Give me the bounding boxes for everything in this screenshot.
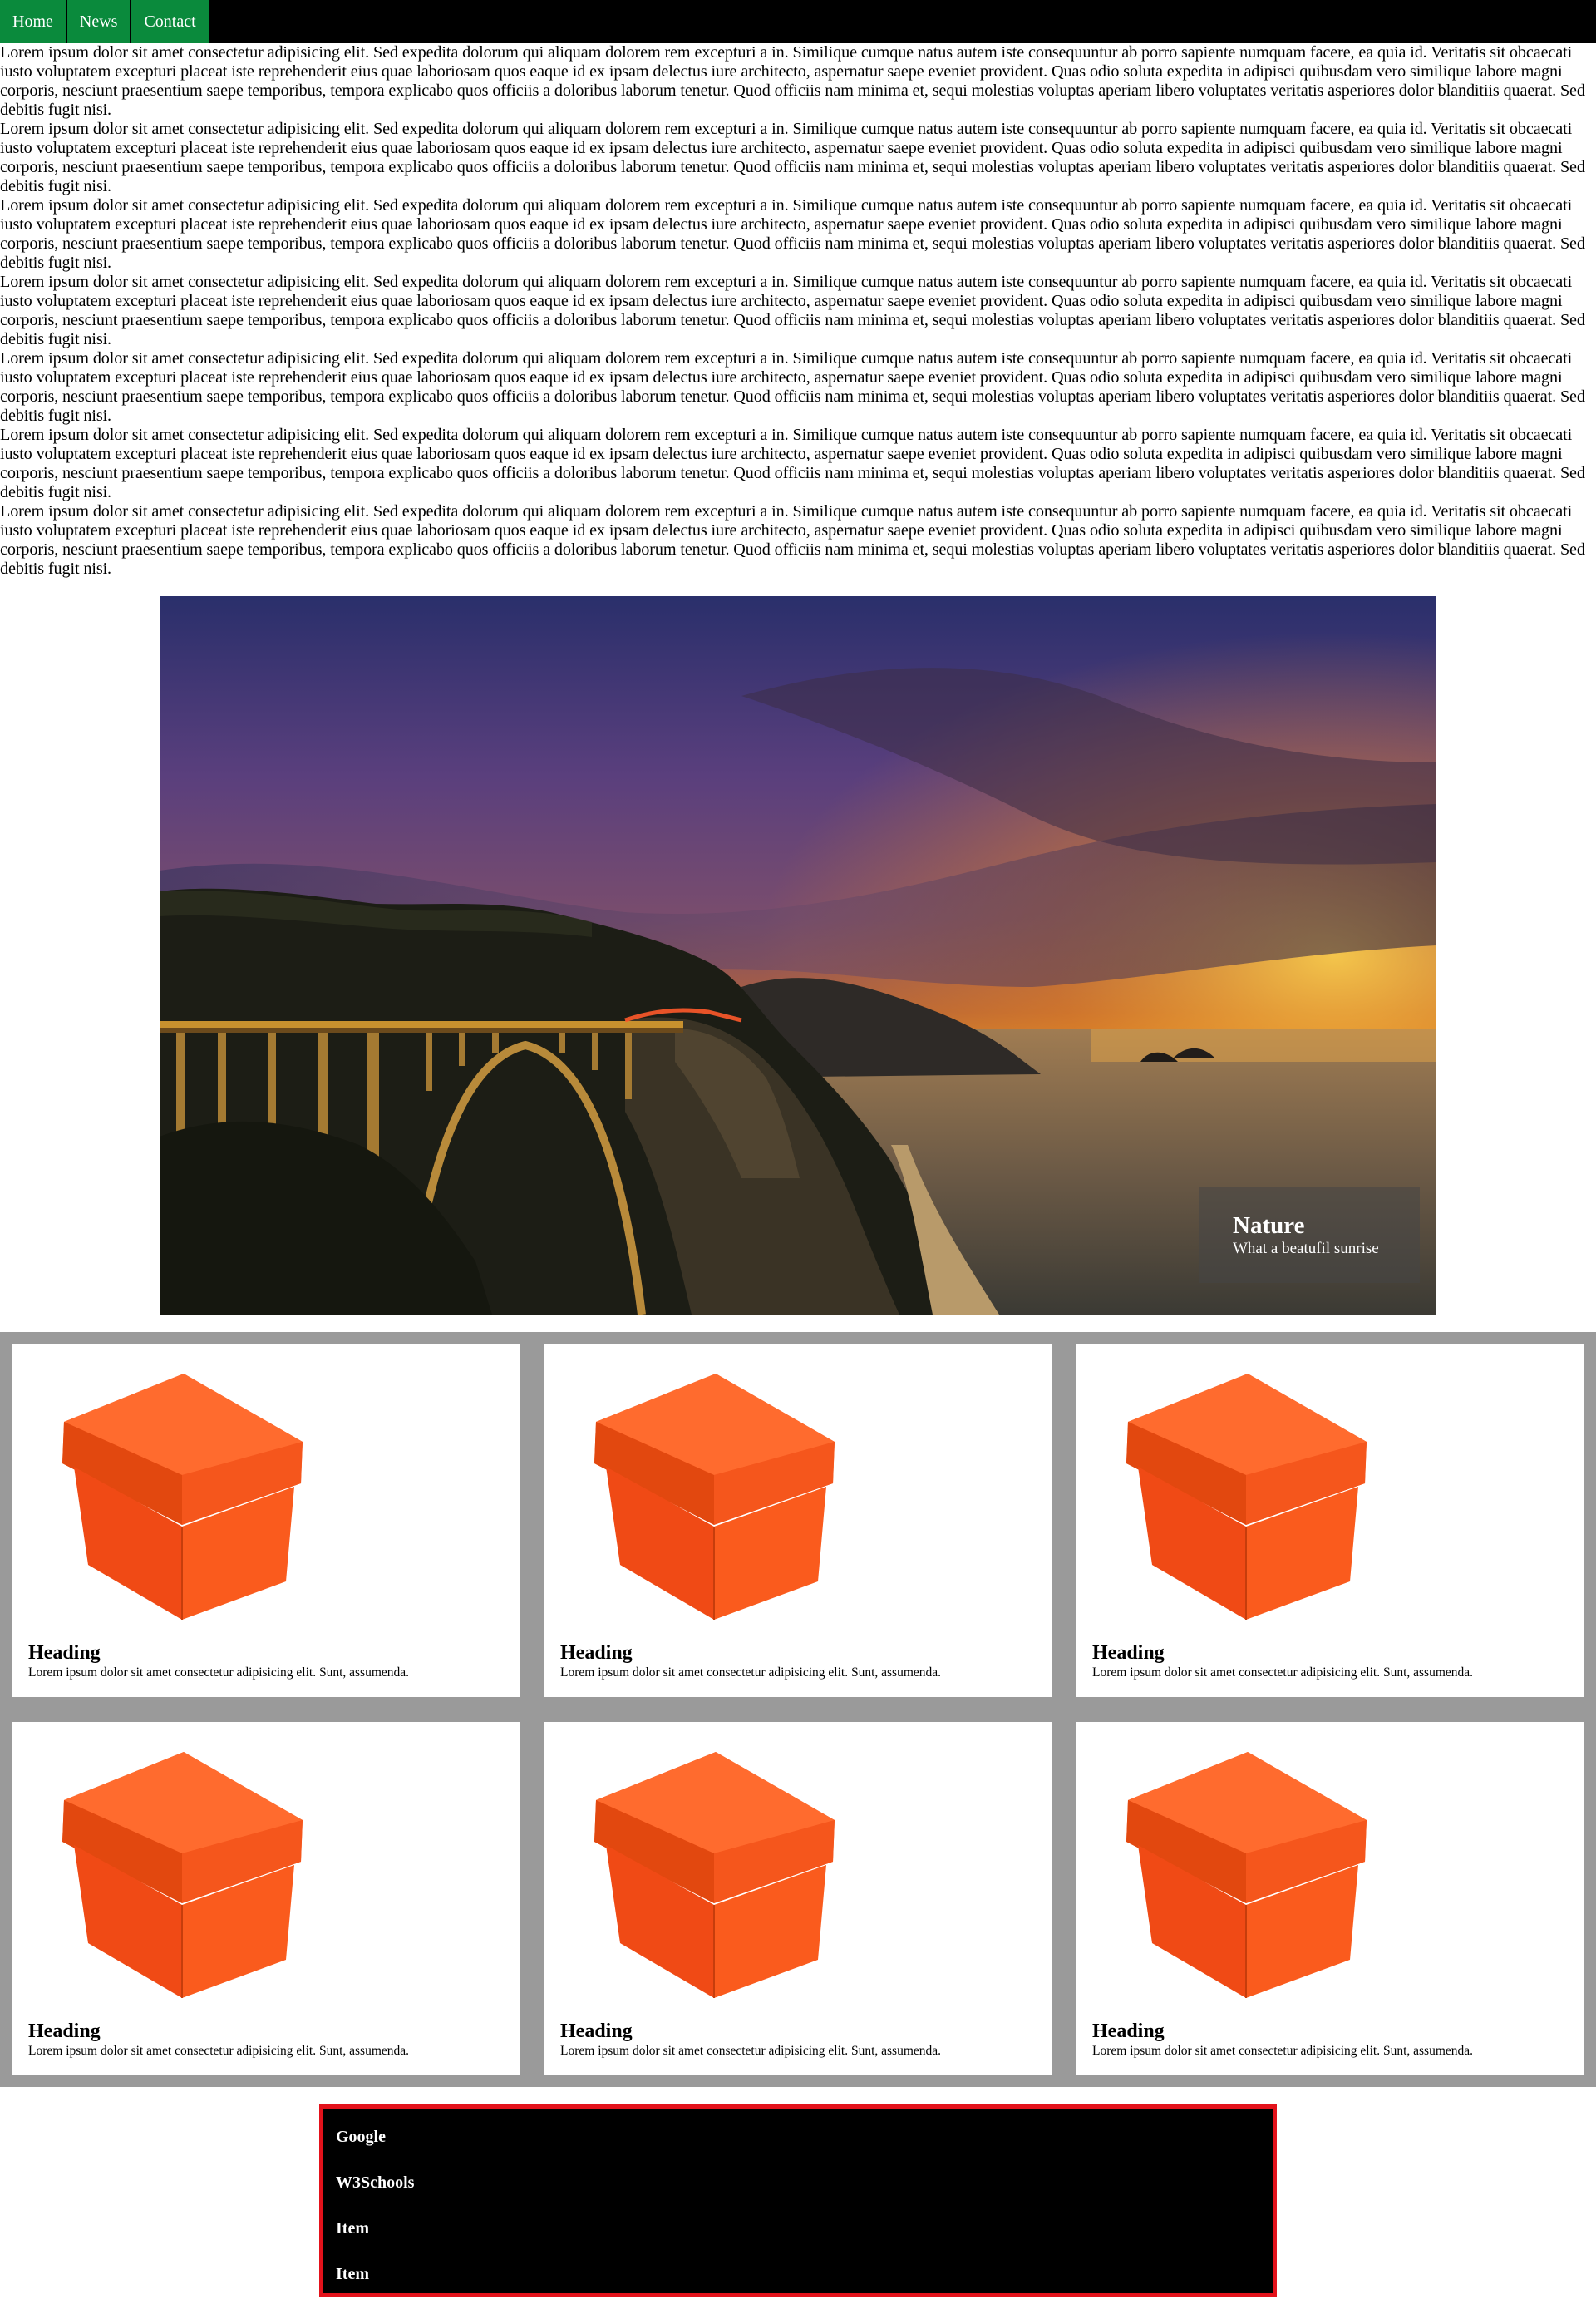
orange-box-image xyxy=(1126,1752,1367,1998)
link-item[interactable]: Item xyxy=(323,2252,1273,2297)
nav-contact-link[interactable]: Contact xyxy=(131,0,209,43)
nav-home-link[interactable]: Home xyxy=(0,0,66,43)
card-heading: Heading xyxy=(560,1642,633,1664)
card-text: Lorem ipsum dolor sit amet consectetur a… xyxy=(28,2044,410,2058)
orange-box-image xyxy=(594,1752,835,1998)
card-heading: Heading xyxy=(560,2020,633,2042)
nav-news-link[interactable]: News xyxy=(66,0,131,43)
card-text: Lorem ipsum dolor sit amet consectetur a… xyxy=(560,1665,942,1680)
card-text: Lorem ipsum dolor sit amet consectetur a… xyxy=(560,2044,942,2058)
paragraph: Lorem ipsum dolor sit amet consectetur a… xyxy=(0,196,1585,272)
link-google[interactable]: Google xyxy=(323,2114,1273,2160)
paragraph: Lorem ipsum dolor sit amet consectetur a… xyxy=(0,349,1585,425)
hero-image: Nature What a beatufil sunrise xyxy=(160,596,1436,1315)
paragraph: Lorem ipsum dolor sit amet consectetur a… xyxy=(0,120,1585,195)
orange-box-image xyxy=(1126,1374,1367,1620)
card-text: Lorem ipsum dolor sit amet consectetur a… xyxy=(1092,1665,1474,1680)
paragraph: Lorem ipsum dolor sit amet consectetur a… xyxy=(0,43,1585,119)
link-item[interactable]: Item xyxy=(323,2206,1273,2252)
link-w3schools[interactable]: W3Schools xyxy=(323,2160,1273,2206)
text-content: Lorem ipsum dolor sit amet consectetur a… xyxy=(0,43,1596,579)
orange-box-image xyxy=(62,1752,303,1998)
paragraph: Lorem ipsum dolor sit amet consectetur a… xyxy=(0,273,1585,348)
card: Heading Lorem ipsum dolor sit amet conse… xyxy=(544,1722,1052,2075)
card-heading: Heading xyxy=(28,2020,101,2042)
card-text: Lorem ipsum dolor sit amet consectetur a… xyxy=(28,1665,410,1680)
orange-box-image xyxy=(62,1374,303,1620)
card: Heading Lorem ipsum dolor sit amet conse… xyxy=(12,1722,520,2075)
card: Heading Lorem ipsum dolor sit amet conse… xyxy=(1076,1344,1584,1697)
card: Heading Lorem ipsum dolor sit amet conse… xyxy=(544,1344,1052,1697)
hero-caption-title: Nature xyxy=(1233,1212,1305,1239)
card-text: Lorem ipsum dolor sit amet consectetur a… xyxy=(1092,2044,1474,2058)
card-heading: Heading xyxy=(28,1642,101,1664)
card-heading: Heading xyxy=(1092,1642,1165,1664)
card-heading: Heading xyxy=(1092,2020,1165,2042)
paragraph: Lorem ipsum dolor sit amet consectetur a… xyxy=(0,426,1585,501)
orange-box-image xyxy=(594,1374,835,1620)
hero-caption-subtitle: What a beatufil sunrise xyxy=(1233,1240,1379,1257)
hero-caption: Nature What a beatufil sunrise xyxy=(1199,1187,1420,1283)
card-grid: Heading Lorem ipsum dolor sit amet conse… xyxy=(0,1332,1596,2087)
card: Heading Lorem ipsum dolor sit amet conse… xyxy=(1076,1722,1584,2075)
paragraph: Lorem ipsum dolor sit amet consectetur a… xyxy=(0,502,1585,578)
top-nav: Home News Contact xyxy=(0,0,1596,43)
card: Heading Lorem ipsum dolor sit amet conse… xyxy=(12,1344,520,1697)
link-list: Google W3Schools Item Item xyxy=(319,2104,1277,2297)
